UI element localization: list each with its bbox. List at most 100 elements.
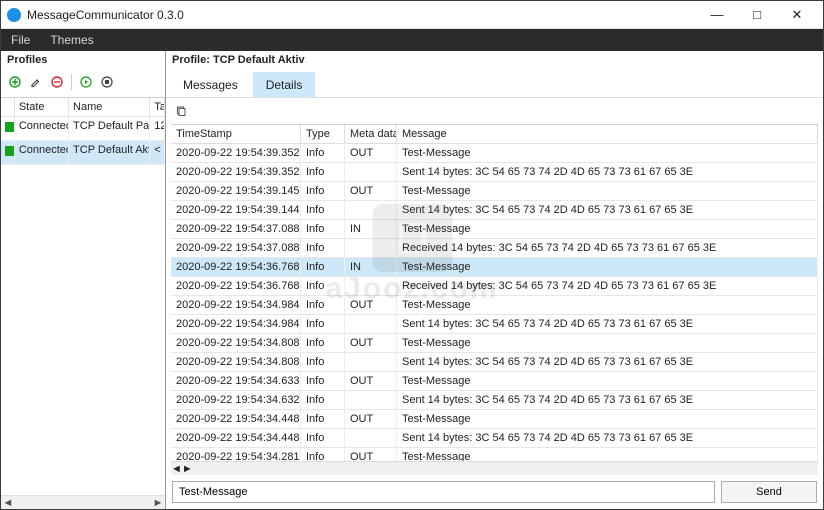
profile-row[interactable]: ConnectedTCP Default Passiv12 — [1, 117, 165, 141]
menubar: File Themes — [1, 29, 823, 51]
tab-details[interactable]: Details — [253, 72, 316, 97]
profile-state: Connected — [15, 117, 69, 140]
col-timestamp[interactable]: TimeStamp — [171, 125, 301, 143]
cell-timestamp: 2020-09-22 19:54:39.352 — [171, 163, 301, 181]
stop-profile-button[interactable] — [97, 72, 117, 92]
cell-timestamp: 2020-09-22 19:54:34.448 — [171, 410, 301, 428]
cell-message: Sent 14 bytes: 3C 54 65 73 74 2D 4D 65 7… — [397, 353, 818, 371]
profile-title: Profile: TCP Default Aktiv — [166, 51, 823, 70]
profiles-hscroll[interactable]: ◄ ► — [1, 495, 165, 509]
cell-message: Test-Message — [397, 448, 818, 461]
message-input[interactable] — [172, 481, 715, 503]
copy-button[interactable] — [171, 101, 191, 121]
scroll-left-icon[interactable]: ◄ — [1, 497, 15, 509]
log-row[interactable]: 2020-09-22 19:54:34.633InfoOUTTest-Messa… — [171, 372, 818, 391]
log-row[interactable]: 2020-09-22 19:54:39.144Info Sent 14 bytes… — [171, 201, 818, 220]
grid-columns: TimeStamp Type Meta data Message — [171, 125, 818, 144]
cell-type: Info — [301, 277, 345, 295]
cell-timestamp: 2020-09-22 19:54:34.633 — [171, 372, 301, 390]
minimize-button[interactable]: ― — [697, 2, 737, 28]
log-row[interactable]: 2020-09-22 19:54:37.088InfoReceived 14 b… — [171, 239, 818, 258]
col-state[interactable]: State — [15, 98, 69, 116]
cell-metadata — [345, 277, 397, 295]
app-title: MessageCommunicator 0.3.0 — [27, 8, 697, 22]
tab-messages[interactable]: Messages — [170, 72, 251, 97]
profiles-header: Profiles — [1, 51, 165, 70]
status-indicator — [1, 117, 15, 140]
cell-type: Info — [301, 372, 345, 390]
cell-type: Info — [301, 448, 345, 461]
cell-metadata — [345, 201, 397, 219]
log-row[interactable]: 2020-09-22 19:54:36.768InfoINTest-Messag… — [171, 258, 818, 277]
cell-timestamp: 2020-09-22 19:54:39.144 — [171, 201, 301, 219]
tabbar: Messages Details — [166, 70, 823, 98]
cell-type: Info — [301, 353, 345, 371]
log-row[interactable]: 2020-09-22 19:54:34.448InfoOUTTest-Messa… — [171, 410, 818, 429]
cell-type: Info — [301, 410, 345, 428]
cell-message: Sent 14 bytes: 3C 54 65 73 74 2D 4D 65 7… — [397, 315, 818, 333]
remove-profile-button[interactable] — [47, 72, 67, 92]
col-name[interactable]: Name — [69, 98, 150, 116]
cell-timestamp: 2020-09-22 19:54:34.448 — [171, 429, 301, 447]
profile-tail: 12 — [150, 117, 165, 140]
cell-metadata: OUT — [345, 372, 397, 390]
cell-metadata: IN — [345, 220, 397, 238]
cell-message: Received 14 bytes: 3C 54 65 73 74 2D 4D … — [397, 239, 818, 257]
cell-timestamp: 2020-09-22 19:54:34.632 — [171, 391, 301, 409]
edit-profile-button[interactable] — [26, 72, 46, 92]
log-row[interactable]: 2020-09-22 19:54:36.768InfoReceived 14 b… — [171, 277, 818, 296]
cell-timestamp: 2020-09-22 19:54:37.088 — [171, 220, 301, 238]
log-row[interactable]: 2020-09-22 19:54:39.352InfoOUTTest-Messa… — [171, 144, 818, 163]
start-profile-button[interactable] — [76, 72, 96, 92]
profile-name: TCP Default Aktiv — [69, 141, 150, 164]
scroll-left-icon[interactable]: ◄ — [171, 463, 182, 475]
cell-message: Sent 14 bytes: 3C 54 65 73 74 2D 4D 65 7… — [397, 201, 818, 219]
col-message[interactable]: Message — [397, 125, 818, 143]
cell-metadata — [345, 353, 397, 371]
maximize-button[interactable]: □ — [737, 2, 777, 28]
log-row[interactable]: 2020-09-22 19:54:34.808InfoOUTTest-Messa… — [171, 334, 818, 353]
col-type[interactable]: Type — [301, 125, 345, 143]
app-icon — [7, 8, 21, 22]
scroll-right-icon[interactable]: ► — [151, 497, 165, 509]
profiles-body: ConnectedTCP Default Passiv12ConnectedTC… — [1, 117, 165, 495]
cell-message: Test-Message — [397, 334, 818, 352]
menu-file[interactable]: File — [1, 29, 40, 51]
details-pane: Profile: TCP Default Aktiv Messages Deta… — [166, 51, 823, 509]
log-row[interactable]: 2020-09-22 19:54:39.352InfoSent 14 bytes… — [171, 163, 818, 182]
cell-timestamp: 2020-09-22 19:54:34.984 — [171, 315, 301, 333]
scroll-right-icon[interactable]: ► — [182, 463, 193, 475]
cell-type: Info — [301, 239, 345, 257]
app-window: MessageCommunicator 0.3.0 ― □ ✕ File The… — [0, 0, 824, 510]
log-row[interactable]: 2020-09-22 19:54:34.281InfoOUTTest-Messa… — [171, 448, 818, 461]
log-row[interactable]: 2020-09-22 19:54:34.984InfoSent 14 bytes… — [171, 315, 818, 334]
profile-state: Connected — [15, 141, 69, 164]
log-row[interactable]: 2020-09-22 19:54:39.145InfoOUTTest-Messa… — [171, 182, 818, 201]
log-row[interactable]: 2020-09-22 19:54:34.808InfoSent 14 bytes… — [171, 353, 818, 372]
log-row[interactable]: 2020-09-22 19:54:34.632InfoSent 14 bytes… — [171, 391, 818, 410]
log-row[interactable]: 2020-09-22 19:54:37.088InfoINTest-Messag… — [171, 220, 818, 239]
close-button[interactable]: ✕ — [777, 2, 817, 28]
profile-row[interactable]: ConnectedTCP Default Aktiv< — [1, 141, 165, 165]
cell-metadata — [345, 391, 397, 409]
menu-themes[interactable]: Themes — [40, 29, 103, 51]
cell-metadata: OUT — [345, 144, 397, 162]
cell-message: Test-Message — [397, 410, 818, 428]
cell-metadata: OUT — [345, 296, 397, 314]
grid-body[interactable]: 2020-09-22 19:54:39.352InfoOUTTest-Messa… — [171, 144, 818, 461]
cell-timestamp: 2020-09-22 19:54:36.768 — [171, 277, 301, 295]
col-status[interactable] — [1, 98, 15, 116]
cell-timestamp: 2020-09-22 19:54:34.984 — [171, 296, 301, 314]
cell-message: Sent 14 bytes: 3C 54 65 73 74 2D 4D 65 7… — [397, 163, 818, 181]
cell-type: Info — [301, 201, 345, 219]
grid-hscroll[interactable]: ◄ ► — [171, 461, 818, 475]
cell-metadata — [345, 315, 397, 333]
log-row[interactable]: 2020-09-22 19:54:34.984InfoOUTTest-Messa… — [171, 296, 818, 315]
add-profile-button[interactable] — [5, 72, 25, 92]
col-tail[interactable]: Ta — [150, 98, 165, 116]
cell-type: Info — [301, 258, 345, 276]
col-metadata[interactable]: Meta data — [345, 125, 397, 143]
cell-metadata: OUT — [345, 182, 397, 200]
log-row[interactable]: 2020-09-22 19:54:34.448InfoSent 14 bytes… — [171, 429, 818, 448]
send-button[interactable]: Send — [721, 481, 817, 503]
